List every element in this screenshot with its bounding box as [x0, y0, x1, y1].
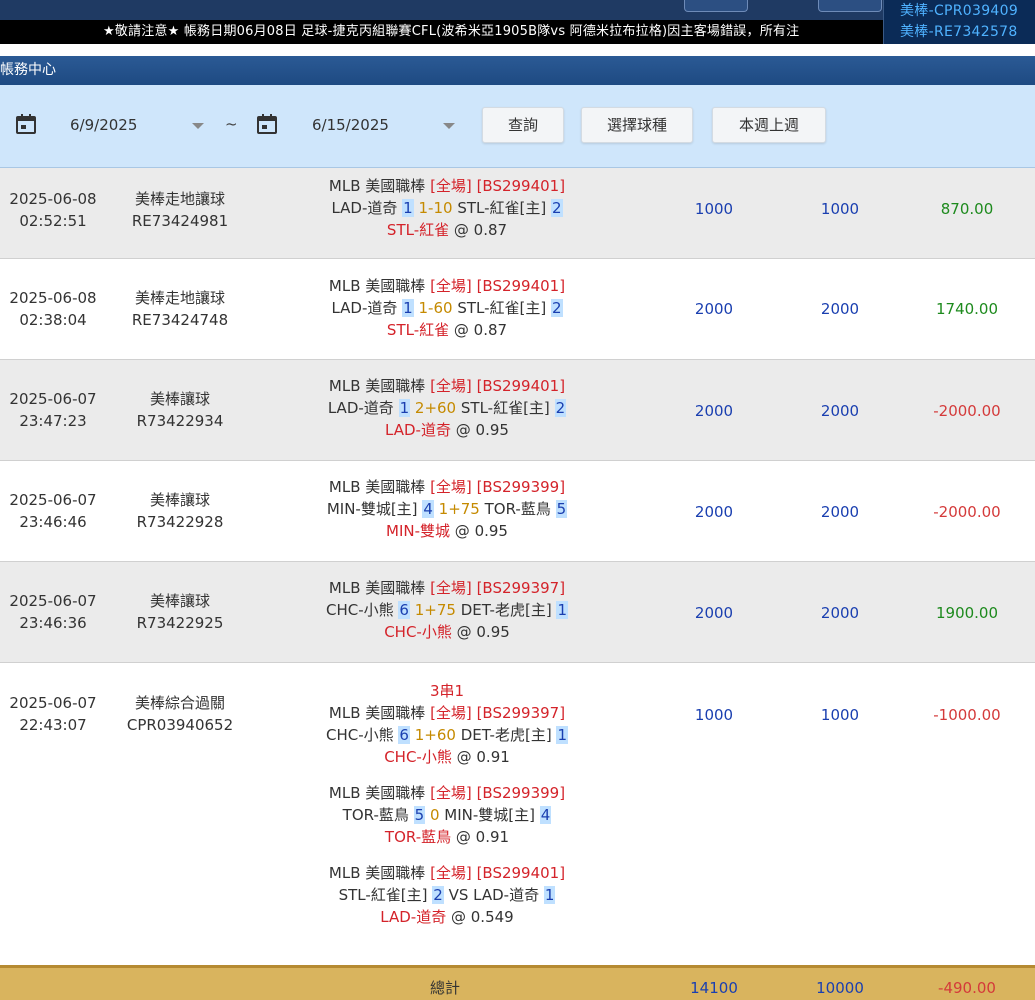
table-row[interactable]: 2025-06-08 02:52:51 美棒走地讓球 RE73424981 MLB …	[0, 168, 1035, 259]
start-date-field[interactable]: 6/9/2025	[70, 113, 210, 137]
end-date-field[interactable]: 6/15/2025	[312, 113, 452, 137]
chevron-down-icon[interactable]	[192, 123, 204, 129]
calendar-icon[interactable]	[256, 113, 278, 135]
total-result: -490.00	[938, 979, 996, 997]
bet-type: 美棒讓球 R73422925	[136, 592, 224, 632]
stake-amount: 2000	[694, 604, 734, 622]
stake-amount: 2000	[694, 402, 734, 420]
table-row[interactable]: 2025-06-07 22:43:07 美棒綜合過關 CPR03940652 3串1…	[0, 663, 1035, 965]
stake-amount: 1000	[694, 706, 734, 724]
bet-time: 2025-06-08 02:52:51	[9, 190, 97, 230]
header-tab-button[interactable]	[818, 0, 882, 12]
bet-type: 美棒綜合過關 CPR03940652	[126, 694, 234, 734]
table-row[interactable]: 2025-06-08 02:38:04 美棒走地讓球 RE73424748 MLB …	[0, 259, 1035, 360]
recent-ticket-link[interactable]: 美棒-CPR039409	[900, 0, 1018, 20]
total-row: 總計 14100 10000 -490.00	[0, 965, 1035, 1000]
bet-detail: MLB 美國職棒 [全場] [BS299401] LAD-道奇 1 1-60 S…	[328, 277, 566, 339]
stake-amount: 1000	[694, 200, 734, 218]
header-tab-button[interactable]	[684, 0, 748, 12]
query-button[interactable]: 查詢	[482, 107, 564, 143]
select-sport-button[interactable]: 選擇球種	[581, 107, 693, 143]
bet-type: 美棒讓球 R73422928	[136, 491, 224, 531]
bet-time: 2025-06-07 23:46:46	[9, 491, 97, 531]
stake-amount: 2000	[694, 503, 734, 521]
bet-type: 美棒讓球 R73422934	[136, 390, 224, 430]
result-amount: -2000.00	[933, 402, 1001, 420]
table-row[interactable]: 2025-06-07 23:47:23 美棒讓球 R73422934 MLB 美國職…	[0, 360, 1035, 461]
date-filter-bar: 6/9/2025 ~ 6/15/2025 查詢 選擇球種 本週上週	[0, 85, 1035, 168]
page-title: 帳務中心	[0, 56, 1035, 85]
table-row[interactable]: 2025-06-07 23:46:36 美棒讓球 R73422925 MLB 美國職…	[0, 562, 1035, 663]
valid-amount: 2000	[820, 402, 860, 420]
valid-amount: 1000	[820, 706, 860, 724]
recent-tickets-panel: 美棒-CPR039409 美棒-RE7342578	[883, 0, 1035, 44]
table-row[interactable]: 2025-06-07 23:46:46 美棒讓球 R73422928 MLB 美國職…	[0, 461, 1035, 562]
valid-amount: 1000	[820, 200, 860, 218]
result-amount: -2000.00	[933, 503, 1001, 521]
result-amount: 870.00	[940, 200, 994, 218]
bet-type: 美棒走地讓球 RE73424748	[131, 289, 229, 329]
bet-time: 2025-06-07 22:43:07	[9, 694, 97, 734]
top-header	[0, 0, 1035, 20]
ticker-text: ★敬請注意★ 帳務日期06月08日 足球-捷克丙組聯賽CFL(波希米亞1905B…	[103, 24, 800, 39]
parlay-label: 3串1	[429, 682, 465, 700]
chevron-down-icon[interactable]	[443, 123, 455, 129]
recent-ticket-link[interactable]: 美棒-RE7342578	[900, 21, 1018, 41]
bet-detail: MLB 美國職棒 [全場] [BS299399] MIN-雙城[主] 4 1+7…	[326, 478, 568, 540]
bet-type: 美棒走地讓球 RE73424981	[131, 190, 229, 230]
valid-amount: 2000	[820, 300, 860, 318]
bet-detail: MLB 美國職棒 [全場] [BS299401] LAD-道奇 1 1-10 S…	[328, 177, 566, 239]
valid-amount: 2000	[820, 604, 860, 622]
parlay-leg: MLB 美國職棒 [全場] [BS299399] TOR-藍鳥 5 0 MIN-…	[328, 784, 566, 846]
valid-amount: 2000	[820, 503, 860, 521]
bet-detail: MLB 美國職棒 [全場] [BS299401] LAD-道奇 1 2+60 S…	[327, 377, 567, 439]
bet-detail: MLB 美國職棒 [全場] [BS299397] CHC-小熊 6 1+75 D…	[326, 579, 568, 641]
calendar-icon[interactable]	[15, 113, 37, 135]
result-amount: 1740.00	[935, 300, 999, 318]
result-amount: 1900.00	[935, 604, 999, 622]
bet-time: 2025-06-07 23:47:23	[9, 390, 97, 430]
announcement-ticker: ★敬請注意★ 帳務日期06月08日 足球-捷克丙組聯賽CFL(波希米亞1905B…	[0, 20, 1035, 44]
bet-time: 2025-06-08 02:38:04	[9, 289, 97, 329]
total-stake: 14100	[690, 979, 738, 997]
parlay-leg: MLB 美國職棒 [全場] [BS299401] STL-紅雀[主] 2 VS …	[328, 864, 566, 926]
date-range-separator: ~	[225, 115, 238, 133]
total-valid: 10000	[816, 979, 864, 997]
week-toggle-button[interactable]: 本週上週	[712, 107, 826, 143]
stake-amount: 2000	[694, 300, 734, 318]
bet-time: 2025-06-07 23:46:36	[9, 592, 97, 632]
parlay-leg: MLB 美國職棒 [全場] [BS299397] CHC-小熊 6 1+60 D…	[326, 704, 568, 766]
total-label: 總計	[429, 979, 460, 997]
result-amount: -1000.00	[933, 706, 1001, 724]
bet-detail: 3串1 MLB 美國職棒 [全場] [BS299397] CHC-小熊 6 1+…	[296, 680, 598, 930]
